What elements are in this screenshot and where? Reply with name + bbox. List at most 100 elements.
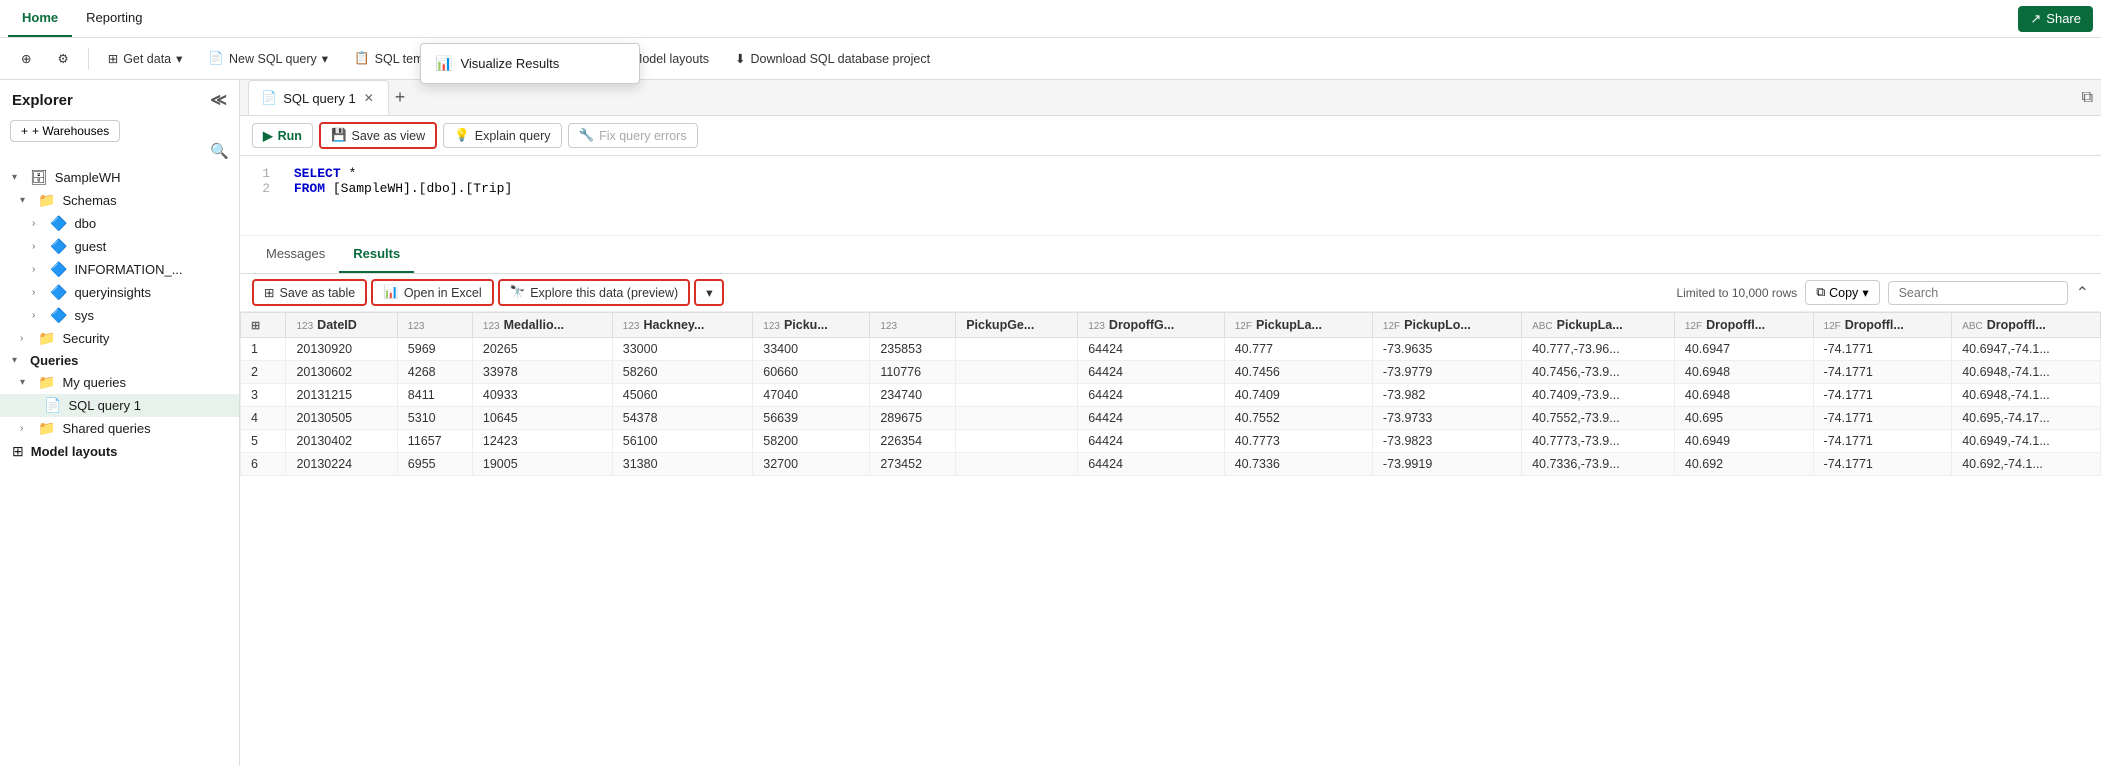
- col-header-dropoffl2[interactable]: 12FDropoffl...: [1813, 313, 1952, 338]
- chevron-down-icon: ▾: [12, 355, 24, 366]
- table-cell-12: 40.6949: [1674, 430, 1813, 453]
- table-cell-0: 6: [241, 453, 286, 476]
- sidebar-label-schemas: Schemas: [62, 193, 116, 208]
- table-cell-5: 60660: [753, 361, 870, 384]
- sidebar-item-model-layouts[interactable]: ⊞ Model layouts: [0, 440, 239, 463]
- chevron-right-icon: ›: [32, 264, 44, 275]
- table-cell-12: 40.695: [1674, 407, 1813, 430]
- sidebar-label-sql-query-1: SQL query 1: [68, 398, 141, 413]
- table-row: 5201304021165712423561005820022635464424…: [241, 430, 2101, 453]
- table-cell-10: -73.9733: [1372, 407, 1521, 430]
- tab-home[interactable]: Home: [8, 0, 72, 37]
- fix-icon: 🔧: [579, 128, 595, 143]
- sidebar-item-security[interactable]: › 📁 Security: [0, 327, 239, 350]
- query-tab-1[interactable]: 📄 SQL query 1 ✕: [248, 80, 389, 115]
- col-header-dropoffG[interactable]: 123DropoffG...: [1078, 313, 1224, 338]
- col-header-medallio[interactable]: 123Medallio...: [472, 313, 612, 338]
- add-warehouses-row: + + Warehouses 🔍: [0, 116, 239, 166]
- sidebar-item-dbo[interactable]: › 🔷 dbo: [0, 212, 239, 235]
- sidebar-item-sys[interactable]: › 🔷 sys: [0, 304, 239, 327]
- table-cell-14: 40.6948,-74.1...: [1952, 384, 2101, 407]
- table-cell-3: 40933: [472, 384, 612, 407]
- sidebar-item-information[interactable]: › 🔷 INFORMATION_...: [0, 258, 239, 281]
- chevron-down-icon: ▾: [12, 172, 24, 183]
- col-header-pickupLa[interactable]: 12FPickupLa...: [1224, 313, 1372, 338]
- copy-button[interactable]: ⧉ Copy ▾: [1805, 280, 1879, 305]
- dropdown-arrow-button[interactable]: ▾: [694, 279, 724, 306]
- new-tab-button[interactable]: +: [395, 87, 406, 108]
- search-input[interactable]: [1888, 281, 2068, 305]
- col-header-picku[interactable]: 123Picku...: [753, 313, 870, 338]
- sidebar-item-guest[interactable]: › 🔷 guest: [0, 235, 239, 258]
- main-area: Explorer ≪ + + Warehouses 🔍 ▾ 🗄 SampleWH…: [0, 80, 2101, 766]
- col-header-hackney[interactable]: 123Hackney...: [612, 313, 753, 338]
- table-cell-8: 64424: [1078, 384, 1224, 407]
- save-as-view-button[interactable]: 💾 Save as view: [319, 122, 437, 149]
- sidebar-icons: ≪: [210, 90, 227, 110]
- top-tabs: Home Reporting: [8, 0, 157, 37]
- new-sql-query-button[interactable]: 📄 New SQL query ▾: [197, 46, 339, 71]
- table-cell-14: 40.695,-74.17...: [1952, 407, 2101, 430]
- get-data-button[interactable]: ⊞ Get data ▾: [97, 46, 194, 71]
- table-cell-4: 58260: [612, 361, 753, 384]
- fix-query-errors-button[interactable]: 🔧 Fix query errors: [568, 123, 698, 148]
- table-cell-11: 40.7552,-73.9...: [1522, 407, 1675, 430]
- col-header-col2[interactable]: 123: [397, 313, 472, 338]
- table-cell-8: 64424: [1078, 430, 1224, 453]
- chevron-right-icon: ›: [20, 333, 32, 344]
- chevron-right-icon: ›: [20, 423, 32, 434]
- run-button[interactable]: ▶ Run: [252, 123, 313, 148]
- explain-query-button[interactable]: 💡 Explain query: [443, 123, 561, 148]
- add-icon: ⊕: [21, 51, 31, 66]
- table-icon: ⊞: [264, 285, 274, 300]
- sidebar-item-sql-query-1[interactable]: 📄 SQL query 1: [0, 394, 239, 417]
- col-header-dropoffl3[interactable]: ABCDropoffl...: [1952, 313, 2101, 338]
- col-header-dropoffl[interactable]: 12FDropoffl...: [1674, 313, 1813, 338]
- table-cell-4: 31380: [612, 453, 753, 476]
- content-area: 📄 SQL query 1 ✕ + ⧉ ▶ Run 💾 Save as view…: [240, 80, 2101, 766]
- sidebar-item-my-queries[interactable]: ▾ 📁 My queries: [0, 371, 239, 394]
- table-cell-0: 3: [241, 384, 286, 407]
- sidebar-label-sys: sys: [74, 308, 94, 323]
- sidebar-item-shared-queries[interactable]: › 📁 Shared queries: [0, 417, 239, 440]
- col-header-dateID[interactable]: 123DateID: [286, 313, 397, 338]
- share-button[interactable]: ↗ Share: [2018, 6, 2093, 32]
- sidebar-item-queries[interactable]: ▾ Queries: [0, 350, 239, 371]
- code-editor[interactable]: 1 SELECT * 2 FROM [SampleWH].[dbo].[Trip…: [240, 156, 2101, 236]
- settings-button[interactable]: ⚙: [46, 46, 79, 71]
- table-cell-10: -73.9635: [1372, 338, 1521, 361]
- save-as-table-button[interactable]: ⊞ Save as table: [252, 279, 367, 306]
- tab-messages[interactable]: Messages: [252, 236, 339, 273]
- sidebar-item-sampleWH[interactable]: ▾ 🗄 SampleWH: [0, 166, 239, 189]
- tab-results[interactable]: Results: [339, 236, 414, 273]
- add-warehouses-button[interactable]: + + Warehouses: [10, 120, 120, 142]
- table-cell-0: 2: [241, 361, 286, 384]
- download-sql-button[interactable]: ⬇ Download SQL database project: [724, 46, 941, 71]
- top-bar: Home Reporting ↗ Share: [0, 0, 2101, 38]
- col-header-chart[interactable]: 123: [870, 313, 956, 338]
- table-cell-11: 40.7409,-73.9...: [1522, 384, 1675, 407]
- table-cell-14: 40.692,-74.1...: [1952, 453, 2101, 476]
- search-sidebar-button[interactable]: 🔍: [210, 142, 229, 160]
- chevron-down-icon: ▾: [20, 377, 32, 388]
- open-in-excel-button[interactable]: 📊 Open in Excel: [371, 279, 493, 306]
- table-cell-8: 64424: [1078, 453, 1224, 476]
- col-header-pickupGe[interactable]: PickupGe...: [956, 313, 1078, 338]
- data-table-container[interactable]: ⊞ 123DateID 123 123Medallio... 123Hackne…: [240, 312, 2101, 766]
- table-cell-11: 40.7456,-73.9...: [1522, 361, 1675, 384]
- sidebar-label-my-queries: My queries: [62, 375, 126, 390]
- copy-tab-button[interactable]: ⧉: [2082, 89, 2093, 107]
- collapse-results-button[interactable]: ⌃: [2076, 283, 2089, 303]
- collapse-sidebar-icon[interactable]: ≪: [210, 90, 227, 110]
- schema-icon-2: 🔷: [50, 238, 67, 255]
- col-header-pickupLo[interactable]: 12FPickupLo...: [1372, 313, 1521, 338]
- tab-reporting[interactable]: Reporting: [72, 0, 156, 37]
- sidebar-item-queryinsights[interactable]: › 🔷 queryinsights: [0, 281, 239, 304]
- col-header-pickupLa2[interactable]: ABCPickupLa...: [1522, 313, 1675, 338]
- sidebar-label-shared-queries: Shared queries: [62, 421, 150, 436]
- add-item-button[interactable]: ⊕: [10, 46, 42, 71]
- table-cell-13: -74.1771: [1813, 453, 1952, 476]
- explore-data-button[interactable]: 🔭 Explore this data (preview): [498, 279, 691, 306]
- close-tab-button[interactable]: ✕: [362, 91, 376, 105]
- sidebar-item-schemas[interactable]: ▾ 📁 Schemas: [0, 189, 239, 212]
